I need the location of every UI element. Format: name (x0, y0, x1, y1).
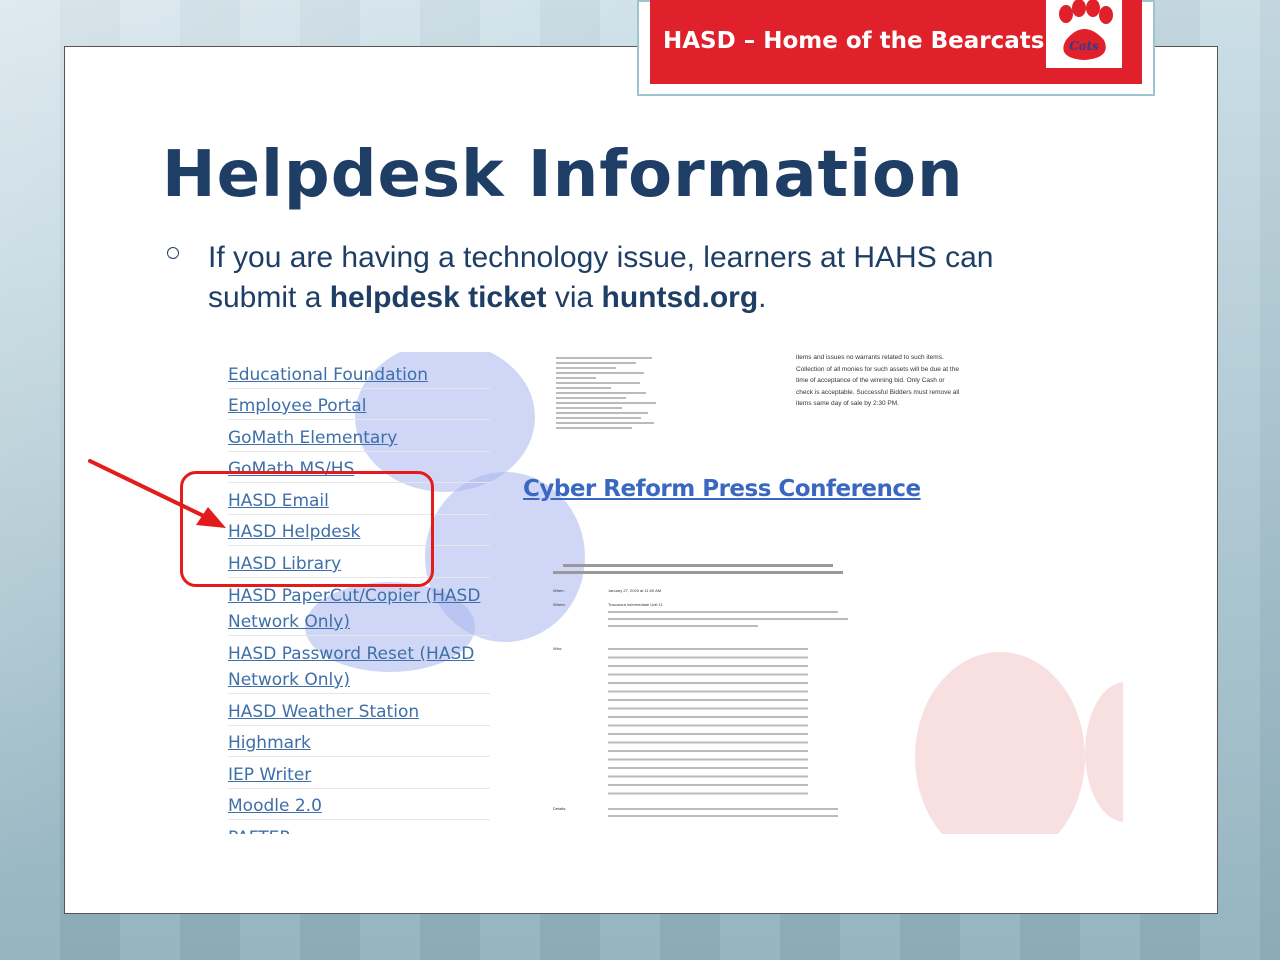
huntsd-org-text: huntsd.org (601, 281, 759, 314)
link-iep-writer[interactable]: IEP Writer (228, 762, 490, 789)
auction-list (556, 354, 666, 432)
website-screenshot: Educational Foundation Employee Portal G… (215, 352, 1123, 834)
link-hasd-weather-station[interactable]: HASD Weather Station (228, 699, 490, 726)
link-hasd-password-reset-cont[interactable]: Network Only) (228, 667, 490, 694)
bearcats-paw-logo: Cats (1046, 0, 1122, 68)
link-hasd-password-reset[interactable]: HASD Password Reset (HASD (228, 641, 490, 667)
link-educational-foundation[interactable]: Educational Foundation (228, 362, 490, 389)
helpdesk-ticket-text: helpdesk ticket (329, 281, 547, 314)
bullet-text: If you are having a technology issue, le… (208, 241, 994, 314)
link-gomath-elementary[interactable]: GoMath Elementary (228, 425, 490, 452)
auction-notice: items and issues no warrants related to … (796, 354, 960, 407)
links-panel: Educational Foundation Employee Portal G… (215, 352, 493, 834)
slide-title: Helpdesk Information (162, 138, 964, 212)
link-pafter[interactable]: PAFTER (228, 825, 490, 834)
press-conference-title[interactable]: Cyber Reform Press Conference (523, 476, 921, 502)
bullet-marker (167, 247, 179, 259)
link-highmark[interactable]: Highmark (228, 730, 490, 757)
document-column: items and issues no warrants related to … (523, 352, 1123, 834)
press-release-body: When: January 27, 2020 at 11:00 AM Where… (553, 562, 853, 826)
link-moodle[interactable]: Moodle 2.0 (228, 793, 490, 820)
link-employee-portal[interactable]: Employee Portal (228, 393, 490, 420)
pointer-arrow (88, 459, 226, 528)
svg-text:Cats: Cats (1069, 39, 1099, 53)
banner-title: HASD – Home of the Bearcats (663, 28, 1045, 54)
link-hasd-papercut-cont[interactable]: Network Only) (228, 609, 490, 636)
